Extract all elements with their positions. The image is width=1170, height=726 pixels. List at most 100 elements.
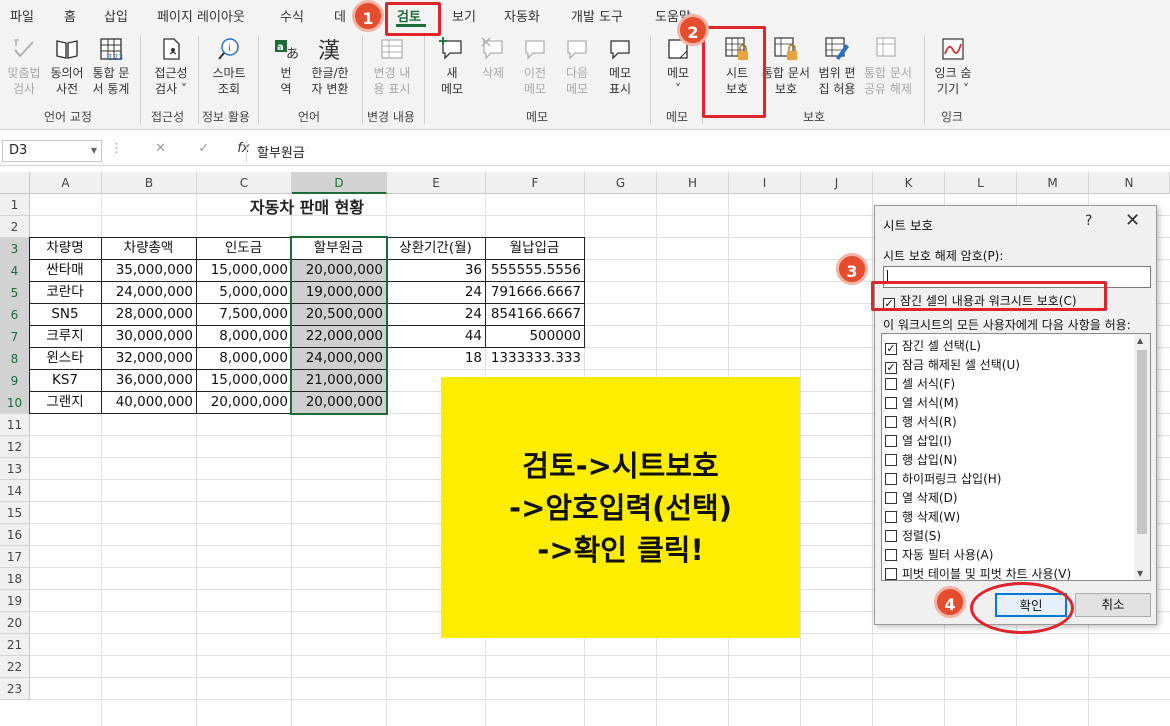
scrollbar[interactable]: ▲ ▼ <box>1134 334 1150 580</box>
row-header-22[interactable]: 22 <box>0 656 30 678</box>
column-header-g[interactable]: G <box>585 172 657 194</box>
table-cell[interactable]: 코란다 <box>29 282 101 304</box>
column-header-f[interactable]: F <box>486 172 585 194</box>
table-cell[interactable]: 555555.5556 <box>485 260 584 282</box>
allow-edit-ranges-button[interactable]: 범위 편집 허용 <box>814 36 860 97</box>
table-cell[interactable]: 44 <box>386 326 485 348</box>
enter-icon[interactable]: ✓ <box>198 141 209 156</box>
sheet-title[interactable]: 자동차 판매 현황 <box>102 194 512 222</box>
row-header-5[interactable]: 5 <box>0 282 30 304</box>
table-cell[interactable]: 15,000,000 <box>196 260 291 282</box>
table-cell[interactable]: 8,000,000 <box>196 348 291 370</box>
row-header-11[interactable]: 11 <box>0 414 30 436</box>
row-header-9[interactable]: 9 <box>0 370 30 392</box>
row-header-23[interactable]: 23 <box>0 678 30 700</box>
tab-formulas[interactable]: 수식 <box>280 6 304 25</box>
table-cell[interactable]: 20,000,000 <box>196 392 291 414</box>
header-cell[interactable]: 인도금 <box>196 238 291 260</box>
table-cell[interactable]: 36 <box>386 260 485 282</box>
scroll-down-icon[interactable]: ▼ <box>1137 569 1143 578</box>
row-header-7[interactable]: 7 <box>0 326 30 348</box>
table-cell[interactable]: 크루지 <box>29 326 101 348</box>
smart-lookup-button[interactable]: i 스마트 조회 <box>206 36 252 97</box>
thesaurus-button[interactable]: 동의어 사전 <box>46 36 88 97</box>
row-header-10[interactable]: 10 <box>0 392 30 414</box>
table-cell[interactable]: 28,000,000 <box>101 304 196 326</box>
tab-insert[interactable]: 삽입 <box>104 6 128 25</box>
column-header-c[interactable]: C <box>197 172 292 194</box>
column-header-m[interactable]: M <box>1017 172 1089 194</box>
table-cell[interactable]: 24 <box>386 304 485 326</box>
table-cell[interactable]: 500000 <box>485 326 584 348</box>
table-cell[interactable]: 5,000,000 <box>196 282 291 304</box>
permission-option[interactable]: 자동 필터 사용(A) <box>885 546 993 563</box>
row-header-18[interactable]: 18 <box>0 568 30 590</box>
table-cell[interactable]: 1333333.333 <box>485 348 584 370</box>
header-cell[interactable]: 차량명 <box>29 238 101 260</box>
column-header-b[interactable]: B <box>102 172 197 194</box>
row-header-4[interactable]: 4 <box>0 260 30 282</box>
permission-option[interactable]: 행 삭제(W) <box>885 508 960 525</box>
table-cell[interactable]: 8,000,000 <box>196 326 291 348</box>
formula-input[interactable]: 할부원금 <box>246 140 1166 162</box>
row-header-16[interactable]: 16 <box>0 524 30 546</box>
hide-ink-button[interactable]: 잉크 숨 기기 ˅ <box>930 36 976 97</box>
permission-option[interactable]: 정렬(S) <box>885 527 941 544</box>
column-header-i[interactable]: I <box>729 172 801 194</box>
select-all-corner[interactable] <box>0 172 30 194</box>
table-cell[interactable]: 854166.6667 <box>485 304 584 326</box>
tab-file[interactable]: 파일 <box>10 6 34 25</box>
column-header-e[interactable]: E <box>387 172 486 194</box>
permissions-list[interactable]: ▲ ▼ ✓ 잠긴 셀 선택(L) ✓ 잠금 해제된 셀 선택(U) 셀 서식(F) 열 서… <box>881 333 1151 581</box>
name-box[interactable]: D3 ▼ <box>2 140 102 162</box>
previous-comment-button[interactable]: 이전 메모 <box>516 36 554 97</box>
row-header-19[interactable]: 19 <box>0 590 30 612</box>
row-header-6[interactable]: 6 <box>0 304 30 326</box>
permission-option[interactable]: 행 삽입(N) <box>885 451 957 468</box>
column-header-d[interactable]: D <box>292 172 387 194</box>
header-cell[interactable]: 차량총액 <box>101 238 196 260</box>
column-header-h[interactable]: H <box>657 172 729 194</box>
next-comment-button[interactable]: 다음 메모 <box>558 36 596 97</box>
table-cell[interactable]: 24,000,000 <box>101 282 196 304</box>
table-cell[interactable]: 싼타매 <box>29 260 101 282</box>
scroll-up-icon[interactable]: ▲ <box>1137 336 1143 345</box>
spelling-button[interactable]: 맞춤법 검사 <box>4 36 44 97</box>
help-icon[interactable]: ? <box>1085 213 1092 229</box>
column-header-k[interactable]: K <box>873 172 945 194</box>
close-icon[interactable]: ✕ <box>1125 210 1140 231</box>
table-cell[interactable]: 791666.6667 <box>485 282 584 304</box>
table-cell[interactable]: 32,000,000 <box>101 348 196 370</box>
cancel-icon[interactable]: ✕ <box>155 141 166 156</box>
permission-option[interactable]: 열 삽입(I) <box>885 432 952 449</box>
table-cell[interactable]: KS7 <box>29 370 101 392</box>
row-header-20[interactable]: 20 <box>0 612 30 634</box>
delete-comment-button[interactable]: 삭제 <box>474 36 512 81</box>
table-cell[interactable]: 40,000,000 <box>101 392 196 414</box>
table-cell[interactable]: 18 <box>386 348 485 370</box>
table-cell[interactable]: 윈스타 <box>29 348 101 370</box>
table-cell[interactable]: SN5 <box>29 304 101 326</box>
tab-view[interactable]: 보기 <box>452 6 476 25</box>
cancel-button[interactable]: 취소 <box>1075 593 1151 617</box>
hangul-hanja-button[interactable]: 漢 한글/한 자 변환 <box>306 36 354 97</box>
row-header-21[interactable]: 21 <box>0 634 30 656</box>
row-header-3[interactable]: 3 <box>0 238 30 260</box>
scroll-thumb[interactable] <box>1137 350 1147 534</box>
permission-option[interactable]: 하이퍼링크 삽입(H) <box>885 470 1001 487</box>
row-header-14[interactable]: 14 <box>0 480 30 502</box>
table-cell[interactable]: 그랜지 <box>29 392 101 414</box>
permission-option[interactable]: 셀 서식(F) <box>885 375 955 392</box>
check-accessibility-button[interactable]: 접근성 검사 ˅ <box>148 36 194 97</box>
table-cell[interactable]: 30,000,000 <box>101 326 196 348</box>
row-header-15[interactable]: 15 <box>0 502 30 524</box>
permission-option[interactable]: ✓ 잠긴 셀 선택(L) <box>885 337 981 355</box>
permission-option[interactable]: 열 서식(M) <box>885 394 959 411</box>
table-cell[interactable]: 36,000,000 <box>101 370 196 392</box>
row-header-2[interactable]: 2 <box>0 216 30 238</box>
row-header-1[interactable]: 1 <box>0 194 30 216</box>
unshare-workbook-button[interactable]: 통합 문서 공유 해제 <box>860 36 916 97</box>
header-cell[interactable]: 월납입금 <box>485 238 584 260</box>
workbook-statistics-button[interactable]: 123 통합 문서 통계 <box>88 36 134 97</box>
column-header-l[interactable]: L <box>945 172 1017 194</box>
